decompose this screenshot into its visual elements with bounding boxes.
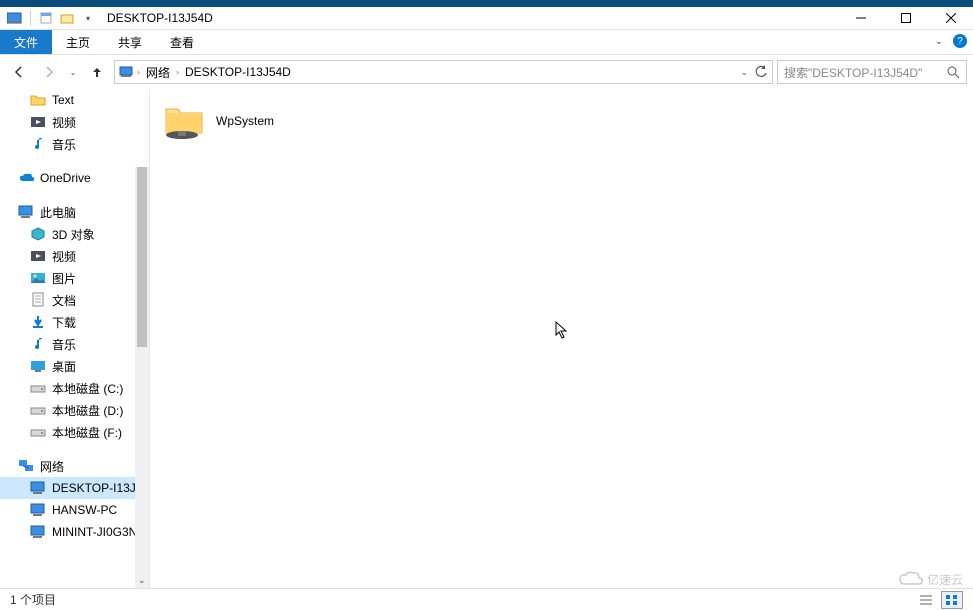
- scrollbar-thumb[interactable]: [137, 167, 147, 347]
- chevron-down-icon[interactable]: ⌄: [138, 575, 146, 586]
- tree-scrollbar[interactable]: ⌄: [135, 167, 149, 588]
- file-list[interactable]: WpSystem: [150, 89, 973, 588]
- tab-share[interactable]: 共享: [104, 30, 156, 54]
- tree-item-video2[interactable]: 视频: [0, 245, 149, 267]
- tree-item-disk-f[interactable]: 本地磁盘 (F:): [0, 421, 149, 443]
- address-dropdown-icon[interactable]: ⌄: [740, 67, 748, 78]
- pictures-icon: [30, 270, 46, 286]
- titlebar: ▾ DESKTOP-I13J54D: [0, 0, 973, 30]
- pc-icon: [30, 480, 46, 496]
- address-bar[interactable]: › 网络 › DESKTOP-I13J54D ⌄: [114, 60, 773, 84]
- tree-item-disk-c[interactable]: 本地磁盘 (C:): [0, 377, 149, 399]
- search-icon[interactable]: [947, 66, 960, 79]
- breadcrumb-network[interactable]: 网络: [142, 62, 174, 83]
- status-bar: 1 个项目: [0, 588, 973, 610]
- shared-folder-icon: [162, 101, 206, 141]
- window-title: DESKTOP-I13J54D: [107, 11, 213, 25]
- view-details-button[interactable]: [915, 591, 937, 609]
- close-button[interactable]: [928, 7, 973, 30]
- chevron-right-icon[interactable]: ›: [137, 67, 140, 77]
- folder-item-wpsystem[interactable]: WpSystem: [160, 99, 400, 143]
- desktop-icon: [30, 358, 46, 374]
- nav-forward-button[interactable]: [36, 59, 62, 85]
- tree-item-desktop[interactable]: 桌面: [0, 355, 149, 377]
- new-folder-icon[interactable]: [58, 9, 76, 27]
- tree-item-downloads[interactable]: 下载: [0, 311, 149, 333]
- navigation-tree: Text 视频 音乐 OneDrive 此电脑 3D 对象 视频 图片 文档 下…: [0, 89, 150, 588]
- tab-home[interactable]: 主页: [52, 30, 104, 54]
- video-icon: [30, 114, 46, 130]
- drive-icon: [30, 402, 46, 418]
- tree-item-disk-d[interactable]: 本地磁盘 (D:): [0, 399, 149, 421]
- minimize-button[interactable]: [838, 7, 883, 30]
- navbar: ⌄ › 网络 › DESKTOP-I13J54D ⌄ 搜索"DESKTOP-I1…: [0, 55, 973, 89]
- pc-icon: [18, 204, 34, 220]
- tree-item-minint[interactable]: MININT-JI0G3N: [0, 521, 149, 543]
- refresh-icon[interactable]: [754, 65, 768, 79]
- tab-view[interactable]: 查看: [156, 30, 208, 54]
- tree-item-network[interactable]: 网络: [0, 455, 149, 477]
- cube-icon: [30, 226, 46, 242]
- pc-icon: [30, 524, 46, 540]
- drive-icon: [30, 424, 46, 440]
- tree-item-music[interactable]: 音乐: [0, 133, 149, 155]
- status-item-count: 1 个项目: [10, 591, 56, 608]
- music-icon: [30, 136, 46, 152]
- search-input[interactable]: 搜索"DESKTOP-I13J54D": [777, 60, 967, 84]
- qat-dropdown-icon[interactable]: ▾: [79, 9, 97, 27]
- qat-separator: [30, 10, 31, 26]
- documents-icon: [30, 292, 46, 308]
- search-placeholder: 搜索"DESKTOP-I13J54D": [784, 64, 922, 81]
- help-icon[interactable]: ?: [953, 34, 967, 48]
- watermark: 亿速云: [899, 570, 963, 588]
- tree-item-this-pc[interactable]: 此电脑: [0, 201, 149, 223]
- tab-file[interactable]: 文件: [0, 30, 52, 54]
- network-icon: [18, 458, 34, 474]
- nav-up-button[interactable]: [84, 59, 110, 85]
- tree-item-desktop-i13j54d[interactable]: DESKTOP-I13J54D: [0, 477, 149, 499]
- nav-back-button[interactable]: [6, 59, 32, 85]
- folder-label: WpSystem: [216, 114, 274, 128]
- tree-item-video[interactable]: 视频: [0, 111, 149, 133]
- app-icon: [6, 9, 24, 27]
- ribbon: 文件 主页 共享 查看 ⌄ ?: [0, 30, 973, 55]
- location-pc-icon: [119, 64, 135, 80]
- tree-item-pictures[interactable]: 图片: [0, 267, 149, 289]
- music-icon: [30, 336, 46, 352]
- tree-item-music2[interactable]: 音乐: [0, 333, 149, 355]
- downloads-icon: [30, 314, 46, 330]
- tree-item-hansw-pc[interactable]: HANSW-PC: [0, 499, 149, 521]
- chevron-right-icon[interactable]: ›: [176, 67, 179, 77]
- tree-item-3d[interactable]: 3D 对象: [0, 223, 149, 245]
- properties-icon[interactable]: [37, 9, 55, 27]
- view-icons-button[interactable]: [941, 591, 963, 609]
- tree-item-text[interactable]: Text: [0, 89, 149, 111]
- onedrive-icon: [18, 170, 34, 186]
- pc-icon: [30, 502, 46, 518]
- nav-recent-dropdown[interactable]: ⌄: [66, 59, 80, 85]
- drive-icon: [30, 380, 46, 396]
- tree-item-onedrive[interactable]: OneDrive: [0, 167, 149, 189]
- breadcrumb-location[interactable]: DESKTOP-I13J54D: [181, 63, 295, 81]
- ribbon-expand-icon[interactable]: ⌄: [935, 36, 943, 47]
- maximize-button[interactable]: [883, 7, 928, 30]
- video-icon: [30, 248, 46, 264]
- cursor-icon: [555, 321, 569, 339]
- folder-icon: [30, 92, 46, 108]
- tree-item-documents[interactable]: 文档: [0, 289, 149, 311]
